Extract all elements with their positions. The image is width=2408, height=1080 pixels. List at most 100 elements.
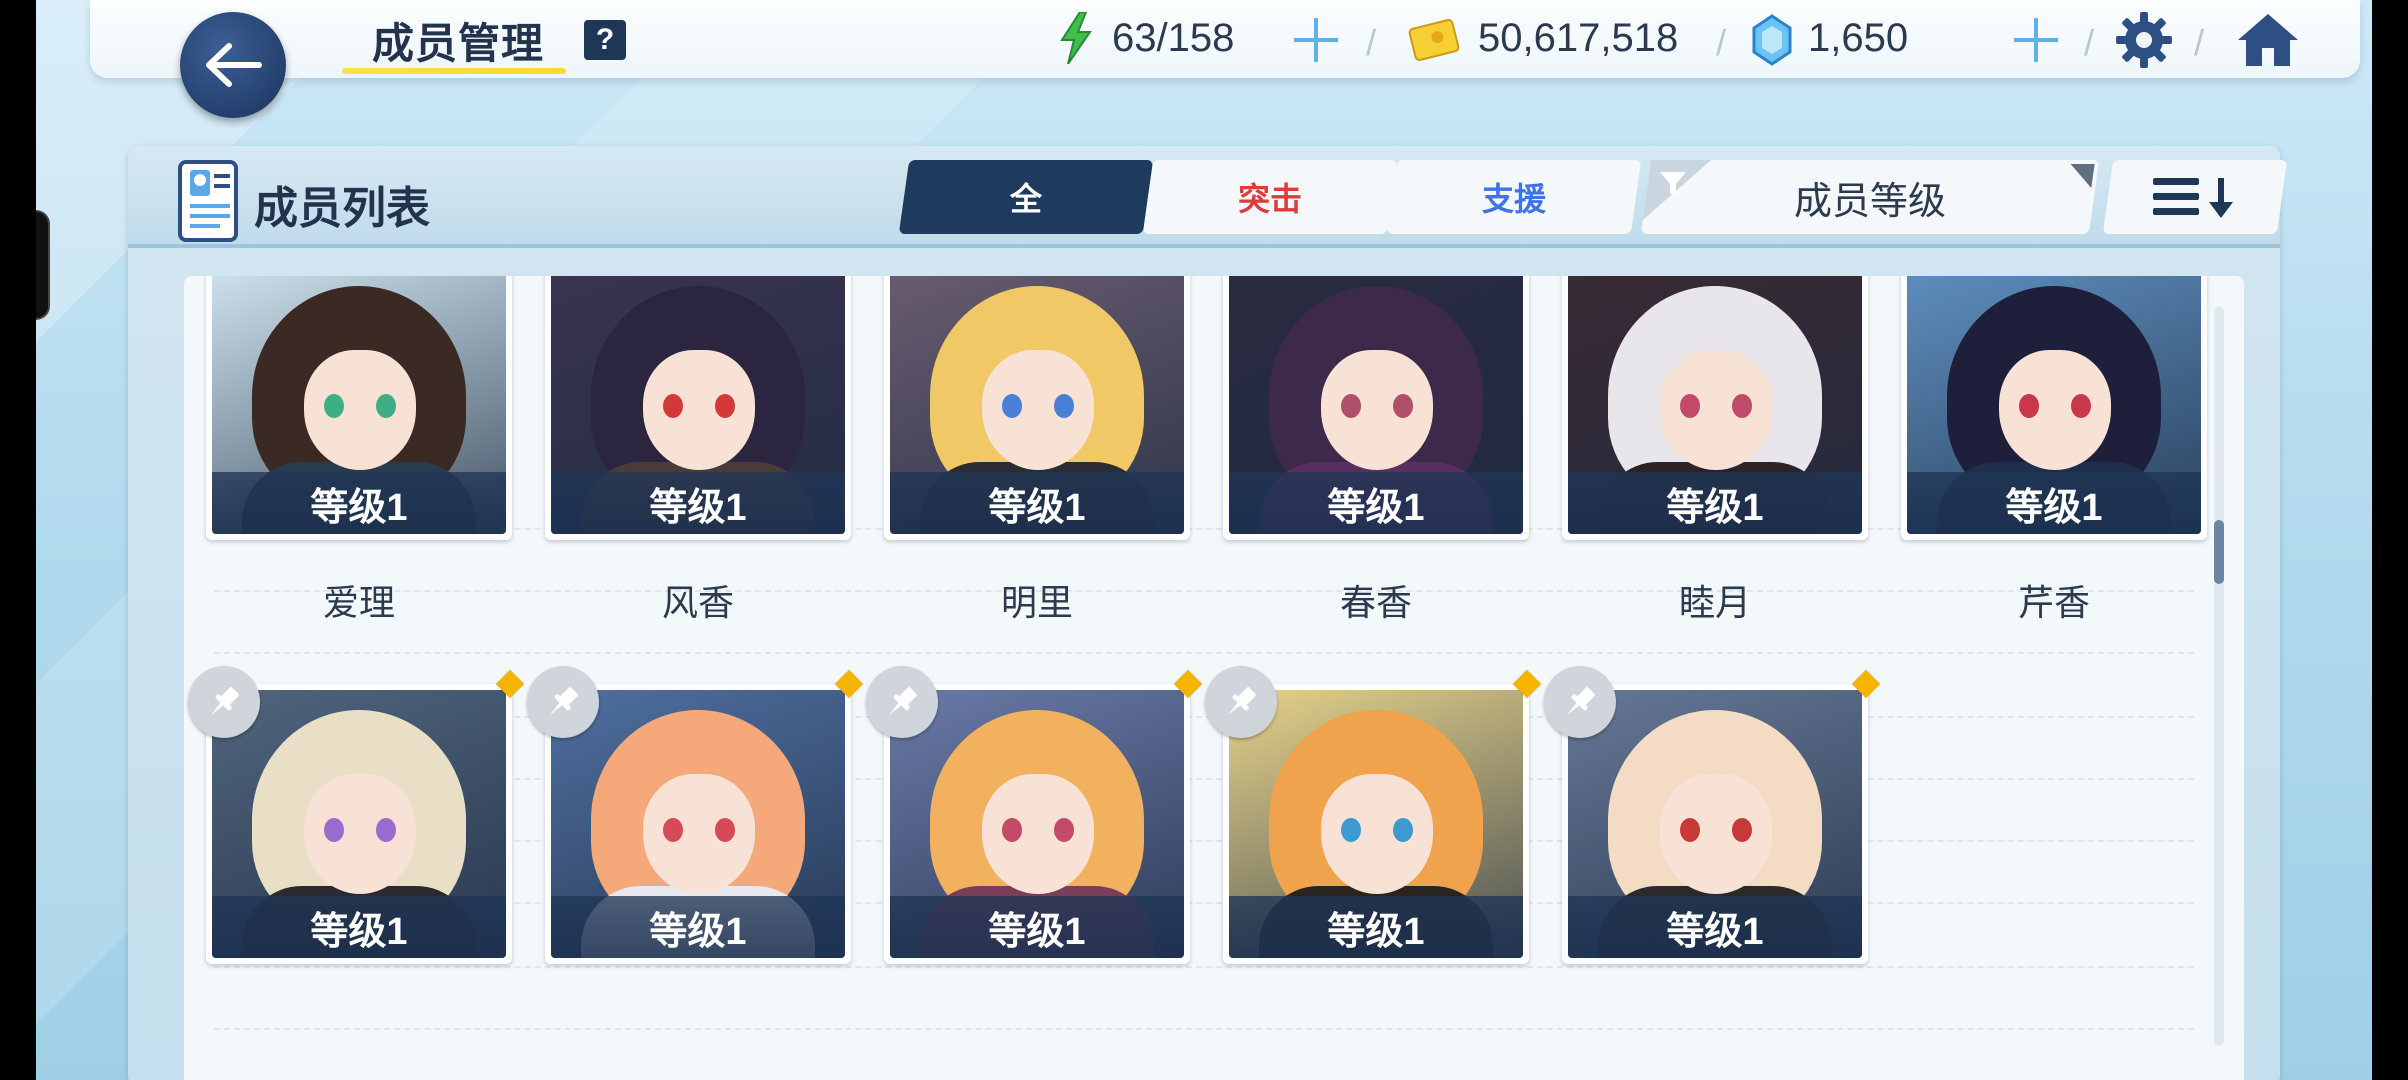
back-button[interactable] <box>180 12 286 118</box>
member-level: 等级1 <box>551 896 845 958</box>
add-stamina-button[interactable] <box>1288 12 1344 68</box>
portrait-eye <box>1680 394 1700 418</box>
pin-icon <box>211 687 239 715</box>
member-card[interactable]: 等级1 <box>206 276 512 540</box>
member-list-icon <box>178 160 238 242</box>
member-level: 等级1 <box>1568 472 1862 534</box>
app-window: 成员管理 ? 63/158 / 50,617,518 / 1,650 / / 成… <box>36 0 2372 1080</box>
scrollbar-thumb[interactable] <box>2214 520 2224 584</box>
tab-label: 全 <box>1009 181 1042 217</box>
member-card[interactable]: 等级1 <box>1223 276 1529 540</box>
member-level: 等级1 <box>1568 896 1862 958</box>
portrait-eye <box>2019 394 2039 418</box>
portrait-eye <box>1054 818 1074 842</box>
panel-header: 成员列表 全 突击 支援 成员等级 <box>128 146 2288 248</box>
separator: / <box>1716 22 1727 63</box>
portrait-face <box>1660 774 1772 894</box>
pin-icon <box>1567 687 1595 715</box>
member-card[interactable]: 等级1 <box>1205 666 1542 964</box>
separator: / <box>1366 22 1377 63</box>
portrait-eye <box>1054 394 1074 418</box>
pin-button[interactable] <box>527 666 599 738</box>
gear-icon[interactable] <box>2114 10 2174 70</box>
portrait-face <box>643 774 755 894</box>
portrait-face <box>1321 350 1433 470</box>
portrait-face <box>643 350 755 470</box>
member-card[interactable]: 等级1 <box>1562 276 1868 540</box>
member-card[interactable]: 等级1 <box>188 666 525 964</box>
sort-label: 成员等级 <box>1793 180 1946 223</box>
portrait-eye <box>376 818 396 842</box>
member-level: 等级1 <box>212 896 506 958</box>
member-name: 明里 <box>1000 582 1073 623</box>
member-card[interactable]: 等级1 <box>1544 666 1881 964</box>
member-level: 等级1 <box>1229 896 1523 958</box>
portrait-eye <box>1732 394 1752 418</box>
member-card[interactable]: 等级1 <box>884 276 1190 540</box>
home-icon[interactable] <box>2236 10 2300 70</box>
row-divider <box>214 652 2194 654</box>
pin-button[interactable] <box>1205 666 1277 738</box>
pin-icon <box>550 687 578 715</box>
portrait-eye <box>2071 394 2091 418</box>
member-name: 睦月 <box>1678 582 1751 623</box>
tab-all[interactable]: 全 <box>898 160 1154 234</box>
member-name: 爱理 <box>322 582 395 623</box>
portrait-eye <box>1002 818 1022 842</box>
sort-order-button[interactable] <box>2102 160 2288 234</box>
panel-title: 成员列表 <box>254 184 430 233</box>
portrait-eye <box>1393 818 1413 842</box>
pin-button[interactable] <box>866 666 938 738</box>
member-level: 等级1 <box>1229 472 1523 534</box>
help-button[interactable]: ? <box>584 20 626 60</box>
credits-value: 50,617,518 <box>1478 16 1679 60</box>
portrait-eye <box>1393 394 1413 418</box>
stamina-value: 63/158 <box>1112 16 1235 60</box>
member-grid: 等级1 爱理 等级1 风香 等级1 明里 等级1 春香 等级1 睦月 等级1 芹香 等级1 等级1 等级1 等… <box>184 276 2244 1080</box>
member-level: 等级1 <box>890 896 1184 958</box>
portrait-face <box>982 350 1094 470</box>
member-name: 风香 <box>661 582 734 623</box>
sort-dropdown[interactable]: 成员等级 <box>1640 160 2100 234</box>
portrait-eye <box>663 818 683 842</box>
portrait-face <box>1660 350 1772 470</box>
portrait-face <box>304 774 416 894</box>
separator: / <box>2084 22 2095 63</box>
member-level: 等级1 <box>212 472 506 534</box>
member-level: 等级1 <box>890 472 1184 534</box>
tab-support[interactable]: 支援 <box>1386 160 1642 234</box>
add-pyroxene-button[interactable] <box>2008 12 2064 68</box>
portrait-eye <box>663 394 683 418</box>
portrait-eye <box>324 394 344 418</box>
pyroxene-value: 1,650 <box>1808 16 1909 60</box>
tab-striker[interactable]: 突击 <box>1142 160 1398 234</box>
member-level: 等级1 <box>551 472 845 534</box>
page-title: 成员管理 <box>372 20 545 67</box>
portrait-eye <box>1341 394 1361 418</box>
member-card[interactable]: 等级1 <box>866 666 1203 964</box>
portrait-face <box>304 350 416 470</box>
tab-label: 支援 <box>1481 181 1546 217</box>
member-card[interactable]: 等级1 <box>1901 276 2207 540</box>
pyroxene-icon <box>1752 14 1792 66</box>
portrait-eye <box>1002 394 1022 418</box>
row-divider <box>214 966 2194 968</box>
portrait-eye <box>1680 818 1700 842</box>
pin-icon <box>889 687 917 715</box>
pin-icon <box>1228 687 1256 715</box>
separator: / <box>2194 22 2205 63</box>
member-card[interactable]: 等级1 <box>545 276 851 540</box>
member-card[interactable]: 等级1 <box>527 666 864 964</box>
pin-button[interactable] <box>1544 666 1616 738</box>
row-divider <box>214 1028 2194 1030</box>
arrow-left-icon <box>206 43 262 87</box>
portrait-face <box>1999 350 2111 470</box>
tab-label: 突击 <box>1237 181 1302 217</box>
pin-button[interactable] <box>188 666 260 738</box>
member-level: 等级1 <box>1907 472 2201 534</box>
portrait-eye <box>715 394 735 418</box>
portrait-eye <box>1732 818 1752 842</box>
portrait-face <box>1321 774 1433 894</box>
scrollbar[interactable] <box>2214 306 2224 1046</box>
portrait-eye <box>1341 818 1361 842</box>
